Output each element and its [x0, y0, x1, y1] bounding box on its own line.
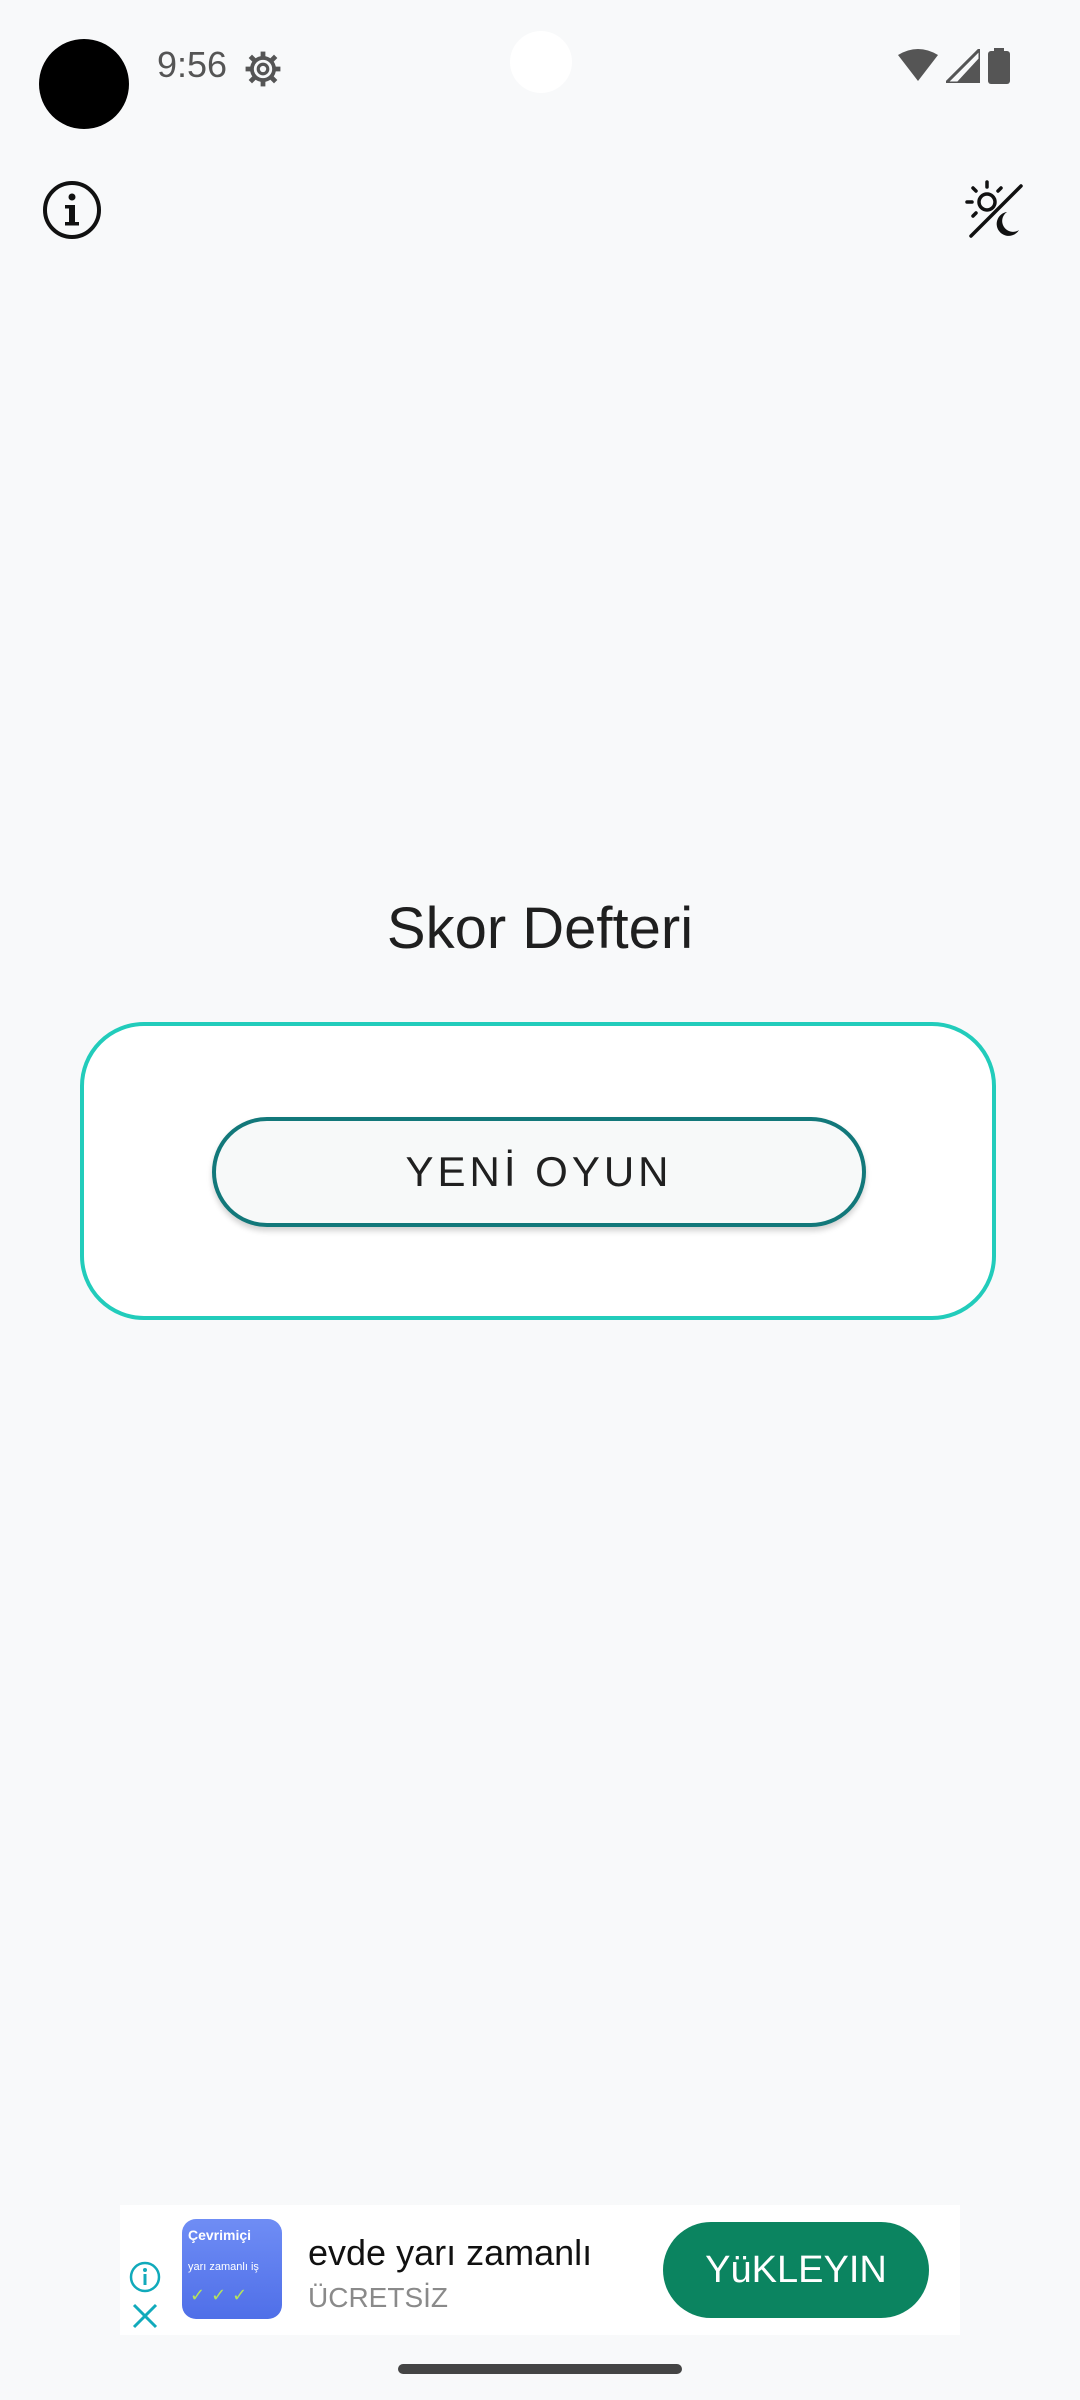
ad-app-icon[interactable]: Çevrimiçi yarı zamanlı iş ✓✓✓: [182, 2219, 282, 2319]
info-icon: [43, 181, 101, 239]
camera-cutout: [510, 31, 572, 93]
theme-toggle-button[interactable]: [955, 170, 1035, 250]
ad-banner[interactable]: Çevrimiçi yarı zamanlı iş ✓✓✓ evde yarı …: [120, 2205, 960, 2335]
theme-toggle-icon: [965, 180, 1023, 238]
ad-install-button[interactable]: YüKLEYIN: [663, 2222, 929, 2318]
system-icons: [898, 48, 1010, 84]
ad-subtitle: ÜCRETSİZ: [308, 2282, 448, 2313]
notification-avatar: [39, 39, 129, 129]
info-button[interactable]: [32, 170, 112, 250]
ad-title[interactable]: evde yarı zamanlı: [308, 2232, 592, 2274]
new-game-button[interactable]: YENİ OYUN: [212, 1117, 866, 1227]
status-time: 9:56: [157, 44, 228, 85]
ad-info-icon[interactable]: [128, 2260, 162, 2294]
app-title: Skor Defteri: [386, 896, 694, 961]
ad-app-icon-text: Çevrimiçi: [188, 2227, 252, 2243]
ad-app-icon-decoration: ✓✓✓: [190, 2285, 254, 2306]
status-bar: 9:56: [0, 0, 1080, 130]
cell-signal-icon: [946, 49, 980, 83]
settings-gear-icon: [245, 51, 281, 87]
home-indicator[interactable]: [398, 2364, 682, 2374]
ad-close-icon[interactable]: [128, 2299, 162, 2333]
ad-app-icon-subtext: yarı zamanlı iş: [188, 2261, 259, 2273]
battery-icon: [988, 48, 1010, 84]
wifi-icon: [898, 49, 938, 81]
